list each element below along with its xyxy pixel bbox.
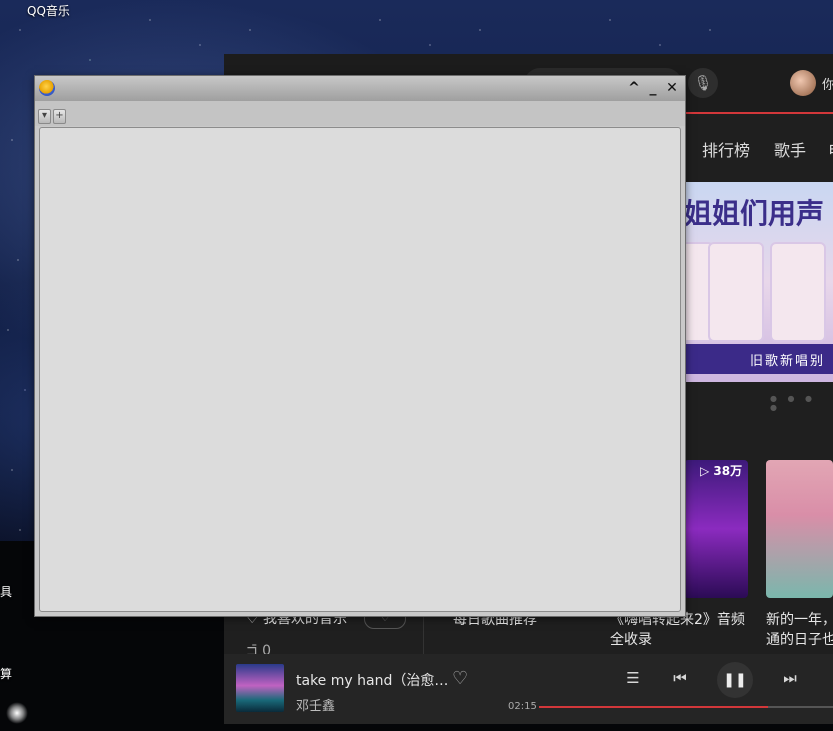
app-logo-icon: [39, 80, 55, 96]
banner-pagination[interactable]: ● ● ● ●: [770, 394, 833, 412]
nav-tab-singers[interactable]: 歌手: [774, 137, 806, 161]
microphone-icon[interactable]: 🎙: [688, 68, 718, 98]
previous-track-icon[interactable]: ⏮: [667, 669, 693, 687]
heart-icon[interactable]: ♡: [452, 668, 468, 689]
playlist-card-title[interactable]: 通的日子也: [766, 629, 833, 649]
minimize-button[interactable]: _: [644, 78, 662, 98]
elapsed-time: 02:15: [508, 701, 537, 712]
pause-button[interactable]: ❚❚: [717, 662, 753, 698]
playlist-icon[interactable]: ☰: [620, 669, 646, 687]
user-name[interactable]: 你: [822, 74, 833, 93]
banner-photo: [708, 242, 764, 342]
banner-photo: [770, 242, 826, 342]
song-title[interactable]: take my hand（治愈…: [296, 670, 448, 690]
next-track-icon[interactable]: ⏭: [777, 669, 803, 687]
promo-banner[interactable]: 姐姐们用声 旧歌新唱别: [684, 182, 833, 382]
dialog-window: ^ _ ✕ ▾ +: [34, 75, 686, 617]
dropdown-button[interactable]: ▾: [38, 109, 51, 124]
play-count-badge: ▷ 38万: [700, 464, 743, 478]
dialog-titlebar[interactable]: ^ _ ✕: [35, 76, 685, 101]
banner-title: 姐姐们用声: [684, 197, 825, 230]
album-art[interactable]: [236, 664, 284, 712]
playlist-card-cover[interactable]: [766, 460, 833, 598]
playlist-card-cover[interactable]: [684, 460, 748, 598]
desktop-icon-label-fragment[interactable]: 算: [0, 665, 12, 682]
song-artist[interactable]: 邓壬鑫: [296, 695, 335, 714]
desktop-icon-label-qqmusic[interactable]: QQ音乐: [27, 2, 70, 19]
progress-bar[interactable]: [539, 706, 833, 708]
nav-tab-more[interactable]: 电: [828, 137, 833, 161]
player-bar: take my hand（治愈… 邓壬鑫 ♡ ☰ ⏮ ❚❚ ⏭ 02:15: [224, 654, 833, 724]
wallpaper-light: [6, 702, 28, 724]
close-button[interactable]: ✕: [663, 78, 681, 98]
playlist-card-title[interactable]: 全收录: [610, 629, 652, 649]
progress-fill: [539, 706, 769, 708]
banner-subtitle: 旧歌新唱别: [750, 354, 826, 369]
nav-tab-charts[interactable]: 排行榜: [702, 137, 750, 161]
add-button[interactable]: +: [53, 109, 66, 124]
dialog-toolbar: ▾ +: [35, 101, 685, 126]
playlist-card-title[interactable]: 新的一年，: [766, 609, 833, 629]
dialog-content-area[interactable]: [39, 127, 681, 612]
avatar[interactable]: [790, 70, 816, 96]
desktop-icon-label-fragment[interactable]: 具: [0, 583, 12, 600]
chevron-up-icon[interactable]: ^: [625, 78, 643, 98]
